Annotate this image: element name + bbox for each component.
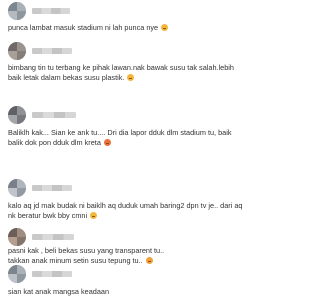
username-blurred <box>32 48 72 54</box>
comment-text: pasni kak , beli bekas susu yang transpa… <box>8 246 165 265</box>
comment-text: Baliklh kak... Sian ke ank tu.... Dri di… <box>8 128 234 147</box>
avatar[interactable] <box>8 265 26 283</box>
comment-text: kalo aq jd mak budak ni baiklh aq duduk … <box>8 201 245 220</box>
avatar[interactable] <box>8 179 26 197</box>
frowning-face-icon <box>103 139 111 146</box>
smiling-face-icon <box>90 212 98 219</box>
thumbs-up-icon <box>127 74 135 81</box>
avatar[interactable] <box>8 228 26 246</box>
username-blurred <box>32 8 70 14</box>
comment-text: bimbang tin tu terbang ke pihak lawan.na… <box>8 63 236 82</box>
avatar[interactable] <box>8 106 26 124</box>
comment-text: sian kat anak mangsa keadaan <box>8 287 110 296</box>
username-blurred <box>32 185 72 191</box>
avatar[interactable] <box>8 42 26 60</box>
laughing-face-icon <box>161 24 169 31</box>
comment-text: punca lambat masuk stadium ni lah punca … <box>8 23 247 33</box>
smiling-face-hearts-icon <box>145 257 153 264</box>
username-blurred <box>32 112 76 118</box>
username-blurred <box>32 271 72 277</box>
avatar[interactable] <box>8 2 26 20</box>
username-blurred <box>32 234 74 240</box>
